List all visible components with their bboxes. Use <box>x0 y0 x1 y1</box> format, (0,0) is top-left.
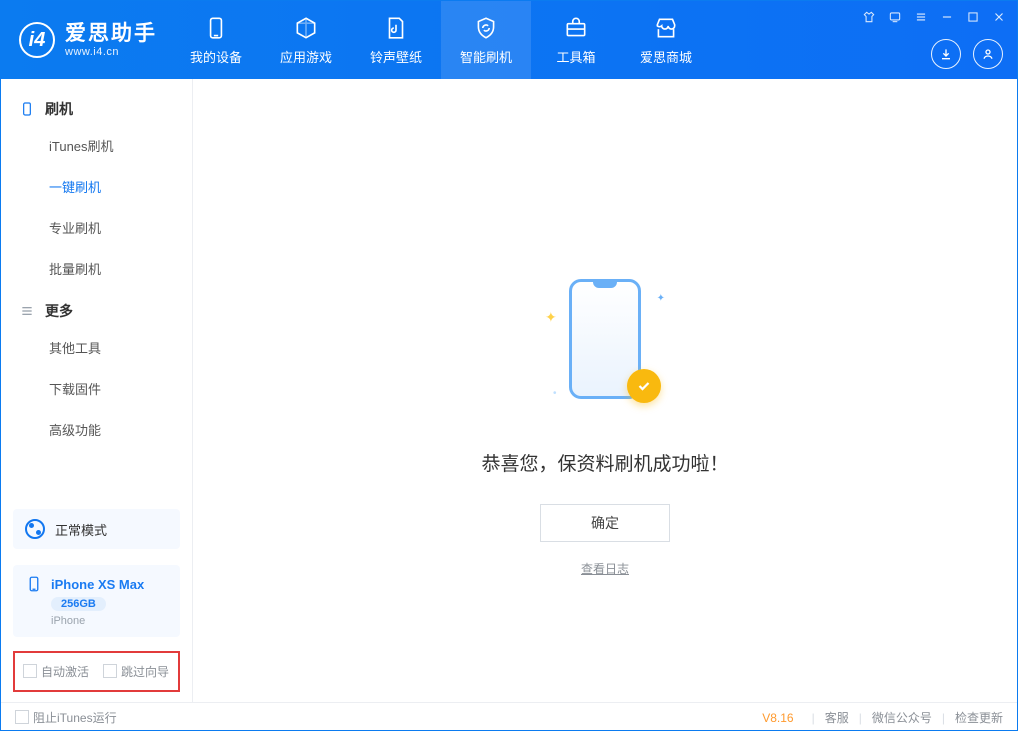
version-label: V8.16 <box>762 711 793 725</box>
app-title: 爱思助手 <box>65 22 157 45</box>
device-name: iPhone XS Max <box>51 577 144 592</box>
sidebar-item-other-tools[interactable]: 其他工具 <box>1 327 192 368</box>
app-subtitle: www.i4.cn <box>65 46 157 58</box>
view-log-link[interactable]: 查看日志 <box>581 560 629 577</box>
sidebar: 刷机 iTunes刷机 一键刷机 专业刷机 批量刷机 更多 其他工具 下载固件 … <box>1 79 193 702</box>
feedback-icon[interactable] <box>887 9 903 25</box>
main-content: ✦✦• 恭喜您，保资料刷机成功啦！ 确定 查看日志 <box>193 79 1017 702</box>
check-icon <box>627 369 661 403</box>
device-capacity: 256GB <box>51 597 106 611</box>
block-itunes-checkbox[interactable]: 阻止iTunes运行 <box>15 709 117 726</box>
nav-label: 铃声壁纸 <box>370 47 422 66</box>
nav-toolbox[interactable]: 工具箱 <box>531 1 621 79</box>
close-button[interactable] <box>991 9 1007 25</box>
sidebar-item-itunes-flash[interactable]: iTunes刷机 <box>1 125 192 166</box>
device-type: iPhone <box>51 615 85 627</box>
list-icon <box>19 303 35 319</box>
minimize-button[interactable] <box>939 9 955 25</box>
nav-apps[interactable]: 应用游戏 <box>261 1 351 79</box>
success-message: 恭喜您，保资料刷机成功啦！ <box>481 449 728 476</box>
status-bar: 阻止iTunes运行 V8.16 | 客服 | 微信公众号 | 检查更新 <box>1 702 1017 732</box>
sidebar-group-more: 更多 <box>1 289 192 327</box>
ok-button[interactable]: 确定 <box>540 504 670 542</box>
sidebar-group-flash: 刷机 <box>1 87 192 125</box>
nav-label: 智能刷机 <box>460 47 512 66</box>
skip-guide-checkbox[interactable]: 跳过向导 <box>103 663 169 680</box>
phone-icon <box>25 575 43 593</box>
app-header: i4 爱思助手 www.i4.cn 我的设备 应用游戏 铃声壁纸 智能刷机 工具… <box>1 1 1017 79</box>
logo-icon: i4 <box>19 22 55 58</box>
nav-my-device[interactable]: 我的设备 <box>171 1 261 79</box>
maximize-button[interactable] <box>965 9 981 25</box>
nav-label: 工具箱 <box>556 47 595 66</box>
sidebar-item-pro-flash[interactable]: 专业刷机 <box>1 207 192 248</box>
phone-icon <box>203 15 229 41</box>
nav-label: 爱思商城 <box>640 47 692 66</box>
mode-icon <box>25 519 45 539</box>
header-actions <box>931 39 1003 69</box>
nav-label: 应用游戏 <box>280 47 332 66</box>
toolbox-icon <box>563 15 589 41</box>
device-card[interactable]: iPhone XS Max 256GB iPhone <box>13 565 180 637</box>
nav-label: 我的设备 <box>190 47 242 66</box>
store-icon <box>653 15 679 41</box>
wechat-link[interactable]: 微信公众号 <box>872 709 932 726</box>
menu-icon[interactable] <box>913 9 929 25</box>
sidebar-group-title: 刷机 <box>45 99 73 119</box>
mode-label: 正常模式 <box>55 520 107 539</box>
options-highlight: 自动激活 跳过向导 <box>13 651 180 692</box>
device-icon <box>19 101 35 117</box>
sidebar-item-oneclick-flash[interactable]: 一键刷机 <box>1 166 192 207</box>
nav-ringtones[interactable]: 铃声壁纸 <box>351 1 441 79</box>
success-illustration: ✦✦• <box>545 279 665 419</box>
support-link[interactable]: 客服 <box>825 709 849 726</box>
window-controls <box>861 9 1007 25</box>
account-button[interactable] <box>973 39 1003 69</box>
sidebar-item-download-firmware[interactable]: 下载固件 <box>1 368 192 409</box>
sidebar-item-batch-flash[interactable]: 批量刷机 <box>1 248 192 289</box>
nav-flash[interactable]: 智能刷机 <box>441 1 531 79</box>
check-update-link[interactable]: 检查更新 <box>955 709 1003 726</box>
sidebar-group-title: 更多 <box>45 301 73 321</box>
music-file-icon <box>383 15 409 41</box>
top-nav: 我的设备 应用游戏 铃声壁纸 智能刷机 工具箱 爱思商城 <box>171 1 711 79</box>
nav-store[interactable]: 爱思商城 <box>621 1 711 79</box>
download-button[interactable] <box>931 39 961 69</box>
auto-activate-checkbox[interactable]: 自动激活 <box>23 663 89 680</box>
mode-status[interactable]: 正常模式 <box>13 509 180 549</box>
sidebar-item-advanced[interactable]: 高级功能 <box>1 409 192 450</box>
logo-area: i4 爱思助手 www.i4.cn <box>1 1 171 79</box>
cube-icon <box>293 15 319 41</box>
shield-refresh-icon <box>473 15 499 41</box>
shirt-icon[interactable] <box>861 9 877 25</box>
